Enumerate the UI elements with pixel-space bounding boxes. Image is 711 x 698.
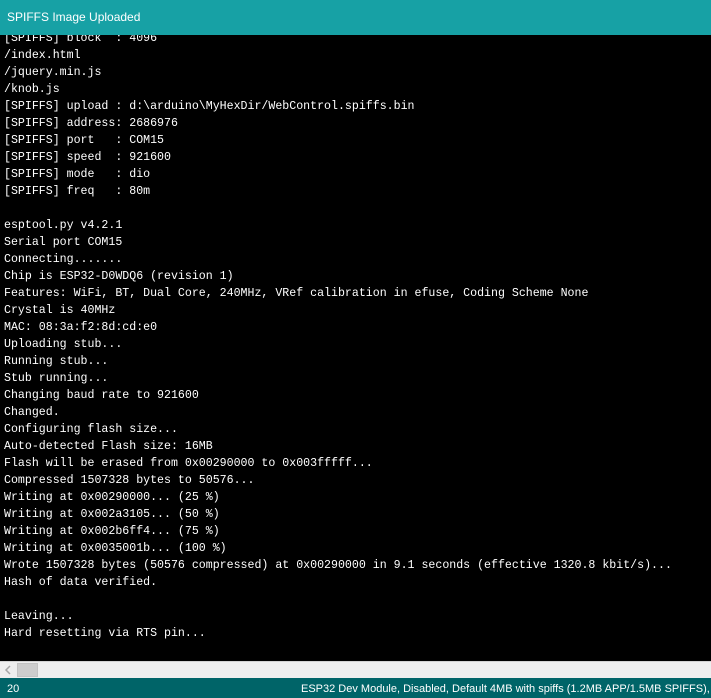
console-line: [SPIFFS] freq : 80m <box>4 185 151 198</box>
console-line: [SPIFFS] speed : 921600 <box>4 151 171 164</box>
console-line: /index.html <box>4 49 81 62</box>
horizontal-scrollbar[interactable] <box>0 661 711 678</box>
console-line: Writing at 0x00290000... (25 %) <box>4 491 220 504</box>
console-line: Changing baud rate to 921600 <box>4 389 199 402</box>
chevron-left-icon <box>4 665 11 675</box>
line-number: 20 <box>7 683 20 695</box>
console-line: Wrote 1507328 bytes (50576 compressed) a… <box>4 559 672 572</box>
console-line: Configuring flash size... <box>4 423 178 436</box>
console-output-area[interactable]: [SPIFFS] block : 4096/index.html/jquery.… <box>0 35 711 661</box>
console-line: esptool.py v4.2.1 <box>4 219 123 232</box>
console-lines: [SPIFFS] block : 4096/index.html/jquery.… <box>4 35 672 642</box>
console-line: Writing at 0x002a3105... (50 %) <box>4 508 220 521</box>
console-line: Stub running... <box>4 372 109 385</box>
console-line: Chip is ESP32-D0WDQ6 (revision 1) <box>4 270 234 283</box>
console-line: Writing at 0x002b6ff4... (75 %) <box>4 525 220 538</box>
console-line: Connecting....... <box>4 253 123 266</box>
console-line: Features: WiFi, BT, Dual Core, 240MHz, V… <box>4 287 589 300</box>
console-line: /jquery.min.js <box>4 66 102 79</box>
status-bar: SPIFFS Image Uploaded <box>0 0 711 35</box>
console-line: Changed. <box>4 406 60 419</box>
console-line: Auto-detected Flash size: 16MB <box>4 440 213 453</box>
scroll-left-button[interactable] <box>0 662 17 678</box>
console-line: Running stub... <box>4 355 109 368</box>
arduino-ide-console-window: SPIFFS Image Uploaded [SPIFFS] block : 4… <box>0 0 711 698</box>
console-line: Leaving... <box>4 610 74 623</box>
console-line: [SPIFFS] address: 2686976 <box>4 117 178 130</box>
console-line: /knob.js <box>4 83 60 96</box>
console-line: MAC: 08:3a:f2:8d:cd:e0 <box>4 321 158 334</box>
console-line: Serial port COM15 <box>4 236 123 249</box>
console-line: Compressed 1507328 bytes to 50576... <box>4 474 255 487</box>
console-line: [SPIFFS] mode : dio <box>4 168 151 181</box>
scrollbar-thumb[interactable] <box>17 663 38 677</box>
console-line: Writing at 0x0035001b... (100 %) <box>4 542 227 555</box>
console-line: Uploading stub... <box>4 338 123 351</box>
console-line: [SPIFFS] port : COM15 <box>4 134 165 147</box>
board-config-info: ESP32 Dev Module, Disabled, Default 4MB … <box>301 683 711 695</box>
status-message: SPIFFS Image Uploaded <box>7 10 141 24</box>
console-line: [SPIFFS] block : 4096 <box>4 35 158 45</box>
footer-bar: 20 ESP32 Dev Module, Disabled, Default 4… <box>0 678 711 698</box>
console-line: Flash will be erased from 0x00290000 to … <box>4 457 373 470</box>
console-line: Hard resetting via RTS pin... <box>4 627 206 640</box>
console-line: Crystal is 40MHz <box>4 304 116 317</box>
console-line: [SPIFFS] upload : d:\arduino\MyHexDir/We… <box>4 100 415 113</box>
console-line: Hash of data verified. <box>4 576 158 589</box>
